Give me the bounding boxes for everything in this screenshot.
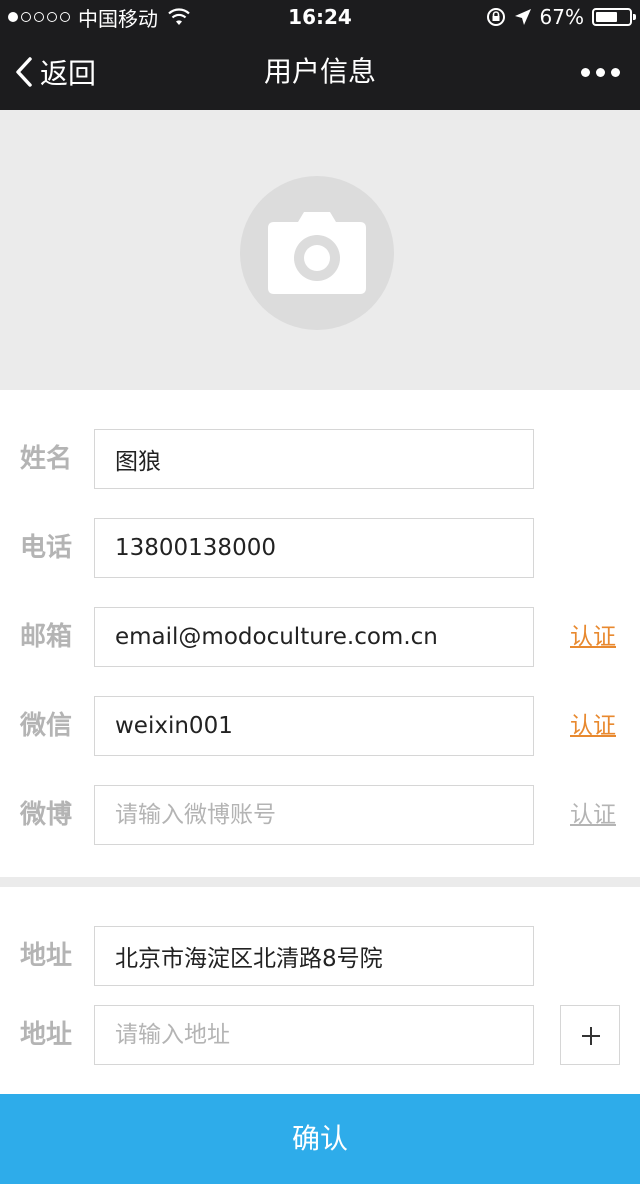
- email-input[interactable]: [94, 607, 534, 667]
- weibo-label: 微博: [20, 800, 73, 830]
- nav-bar: 返回 用户信息: [0, 34, 640, 110]
- more-dot: [596, 67, 605, 77]
- location-arrow-icon: [514, 9, 531, 25]
- user-info-page: 中国移动 16:24 67% 返回 用户信息 姓名 图狼 电话 13800138…: [0, 0, 640, 1184]
- status-bar: 中国移动 16:24 67%: [0, 0, 640, 34]
- email-verify-link[interactable]: 认证: [570, 607, 616, 667]
- back-button[interactable]: 返回: [14, 34, 96, 110]
- address-label: 地址: [20, 941, 73, 971]
- more-dot: [581, 67, 590, 77]
- camera-icon: [268, 212, 366, 294]
- phone-input[interactable]: [94, 518, 534, 578]
- confirm-button[interactable]: 确认: [0, 1094, 640, 1184]
- form-row-weibo: 微博 认证: [0, 785, 640, 845]
- wechat-verify-link[interactable]: 认证: [570, 696, 616, 756]
- avatar-upload-button[interactable]: [240, 176, 394, 330]
- weibo-verify-link[interactable]: 认证: [570, 785, 616, 845]
- add-address-button[interactable]: [560, 1005, 620, 1065]
- form-row-email: 邮箱 认证: [0, 607, 640, 667]
- address-input[interactable]: [94, 926, 534, 986]
- form-row-name: 姓名: [0, 429, 640, 489]
- back-label: 返回: [40, 57, 97, 90]
- rotation-lock-icon: [486, 8, 505, 26]
- form-row-wechat: 微信 认证: [0, 696, 640, 756]
- avatar-section: [0, 110, 640, 390]
- phone-label: 电话: [20, 533, 73, 563]
- form-row-phone: 电话: [0, 518, 640, 578]
- status-right: 67%: [486, 0, 636, 34]
- address-input[interactable]: [94, 1005, 534, 1065]
- wechat-input[interactable]: [94, 696, 534, 756]
- more-dot: [611, 67, 620, 77]
- section-divider: [0, 877, 640, 887]
- email-label: 邮箱: [20, 622, 73, 652]
- more-menu-button[interactable]: [581, 34, 620, 110]
- weibo-input[interactable]: [94, 785, 534, 845]
- chevron-left-icon: [16, 57, 32, 87]
- name-label: 姓名: [20, 444, 73, 474]
- address-label: 地址: [20, 1020, 73, 1050]
- form-row-address-2: 地址: [0, 1005, 640, 1065]
- battery-icon: [592, 8, 636, 26]
- wechat-label: 微信: [20, 711, 73, 741]
- battery-percent: 67%: [539, 5, 584, 29]
- form-row-address-1: 地址: [0, 926, 640, 986]
- name-input[interactable]: [94, 429, 534, 489]
